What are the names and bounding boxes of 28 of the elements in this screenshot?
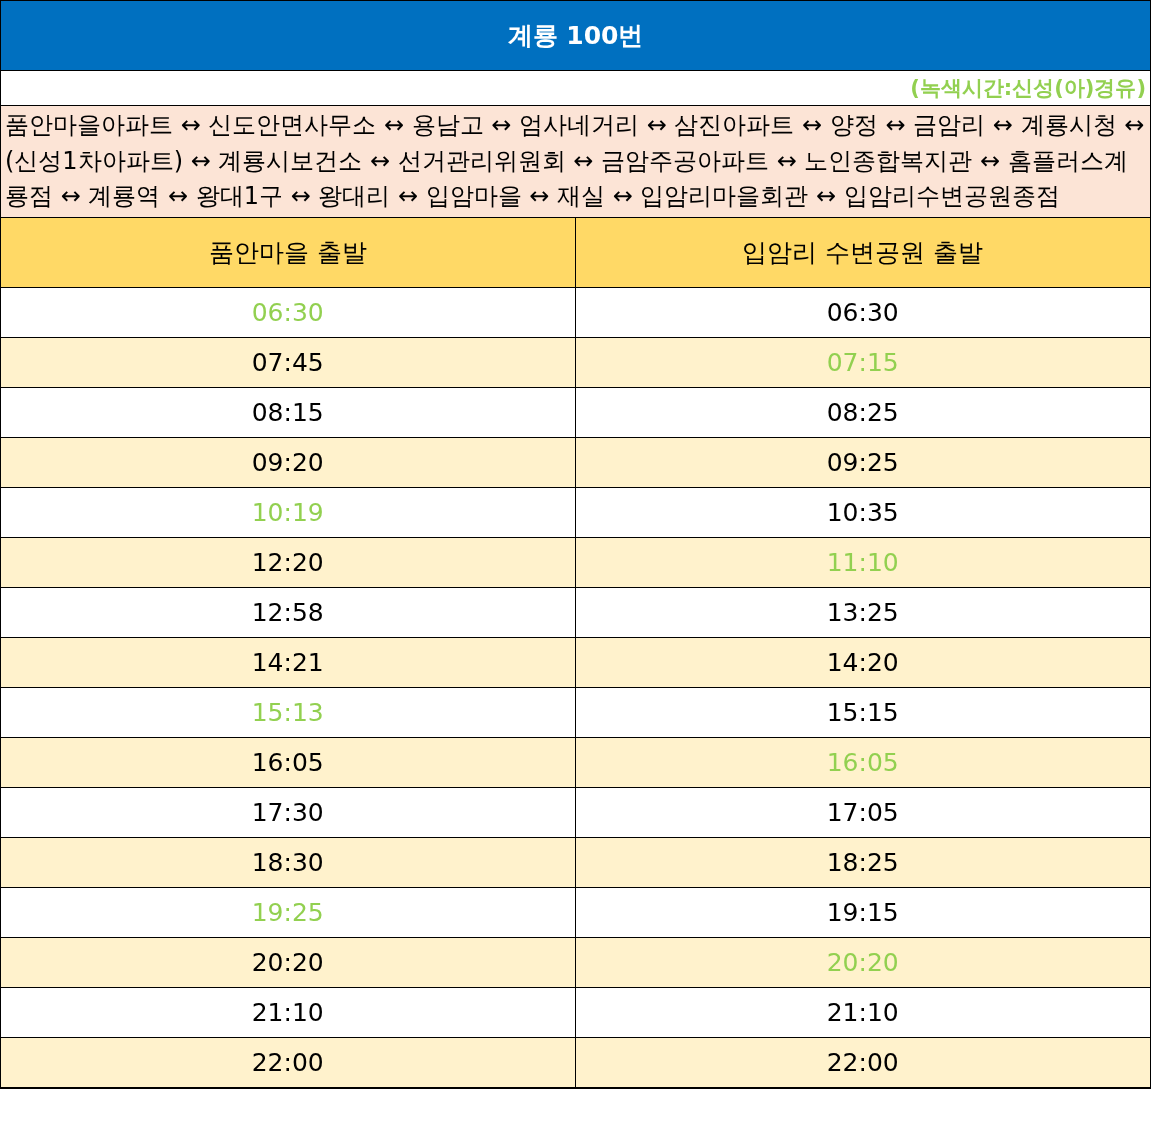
time-cell: 19:25 (1, 887, 576, 938)
time-cell: 06:30 (1, 287, 576, 338)
time-cell: 15:13 (1, 687, 576, 738)
timetable-title: 계룡 100번 (1, 1, 1150, 71)
time-cell: 17:30 (1, 787, 576, 838)
time-cell: 09:25 (575, 437, 1150, 488)
time-cell: 14:20 (575, 637, 1150, 688)
column-header: 품안마을 출발 (1, 217, 576, 288)
column-header: 입암리 수변공원 출발 (575, 217, 1150, 288)
time-cell: 12:58 (1, 587, 576, 638)
time-cell: 22:00 (575, 1037, 1150, 1088)
time-cell: 21:10 (1, 987, 576, 1038)
time-cell: 11:10 (575, 537, 1150, 588)
time-cell: 07:15 (575, 337, 1150, 388)
time-cell: 20:20 (575, 937, 1150, 988)
time-cell: 18:25 (575, 837, 1150, 888)
route-stops: 품안마을아파트 ↔ 신도안면사무소 ↔ 용남고 ↔ 엄사네거리 ↔ 삼진아파트 ↔ 양정 ↔ 금암리 ↔ 계룡시청 ↔ (신성1차아파트) ↔ 계룡시보건소 ↔ 선거관리위원회 ↔ 금암주공아파트 ↔ 노인종합복지관 ↔ 홈플러스계룡점 ↔ 계룡역 ↔ 왕대1구 ↔ 왕대리 ↔ 입암마을 ↔ 재실 ↔ 입암리마을회관 ↔ 입암리수변공원종점 (1, 106, 1150, 218)
time-cell: 08:15 (1, 387, 576, 438)
time-cell: 12:20 (1, 537, 576, 588)
time-cell: 18:30 (1, 837, 576, 888)
time-cell: 10:19 (1, 487, 576, 538)
time-cell: 22:00 (1, 1037, 576, 1088)
time-cell: 09:20 (1, 437, 576, 488)
time-cell: 20:20 (1, 937, 576, 988)
time-cell: 14:21 (1, 637, 576, 688)
time-cell: 16:05 (1, 737, 576, 788)
time-cell: 07:45 (1, 337, 576, 388)
time-cell: 16:05 (575, 737, 1150, 788)
